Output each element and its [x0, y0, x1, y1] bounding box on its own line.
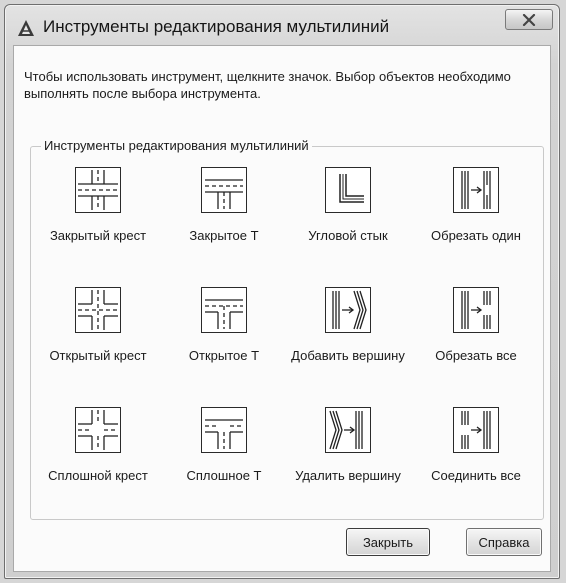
tool-cut-single[interactable]: Обрезать один: [417, 167, 535, 285]
open-cross-icon[interactable]: [75, 287, 121, 333]
close-window-button[interactable]: [505, 9, 553, 30]
tool-corner-joint[interactable]: Угловой стык: [289, 167, 407, 285]
tool-label: Добавить вершину: [291, 348, 405, 363]
merged-cross-icon[interactable]: [75, 407, 121, 453]
cut-single-icon[interactable]: [453, 167, 499, 213]
window-title: Инструменты редактирования мультилиний: [43, 17, 390, 36]
tool-label: Открытое Т: [188, 348, 260, 363]
help-button[interactable]: Справка: [466, 528, 542, 556]
tool-label: Удалить вершину: [295, 468, 401, 483]
tool-open-cross[interactable]: Открытый крест: [39, 287, 157, 405]
close-x-icon: [522, 13, 536, 26]
tool-label: Обрезать один: [431, 228, 521, 243]
tool-closed-tee[interactable]: Закрытое Т: [165, 167, 283, 285]
add-vertex-icon[interactable]: [325, 287, 371, 333]
title-bar[interactable]: Инструменты редактирования мультилиний: [5, 5, 559, 47]
weld-all-icon[interactable]: [453, 407, 499, 453]
tool-label: Сплошное Т: [186, 468, 262, 483]
closed-cross-icon[interactable]: [75, 167, 121, 213]
close-button[interactable]: Закрыть: [346, 528, 430, 556]
tool-label: Соединить все: [431, 468, 521, 483]
dialog-window: Инструменты редактирования мультилиний Ч…: [4, 4, 560, 579]
open-tee-icon[interactable]: [201, 287, 247, 333]
tool-label: Угловой стык: [308, 228, 388, 243]
tool-merged-tee[interactable]: Сплошное Т: [165, 407, 283, 525]
tools-groupbox: Инструменты редактирования мультилиний З…: [30, 138, 544, 520]
instruction-text: Чтобы использовать инструмент, щелкните …: [24, 69, 511, 101]
dialog-content: Чтобы использовать инструмент, щелкните …: [13, 45, 551, 572]
cut-all-icon[interactable]: [453, 287, 499, 333]
autocad-logo-icon: [18, 20, 34, 36]
tool-closed-cross[interactable]: Закрытый крест: [39, 167, 157, 285]
tool-weld-all[interactable]: Соединить все: [417, 407, 535, 525]
tool-delete-vertex[interactable]: Удалить вершину: [289, 407, 407, 525]
tool-label: Сплошной крест: [48, 468, 148, 483]
group-title: Инструменты редактирования мультилиний: [41, 138, 312, 153]
tool-label: Обрезать все: [435, 348, 517, 363]
tool-open-tee[interactable]: Открытое Т: [165, 287, 283, 405]
tool-add-vertex[interactable]: Добавить вершину: [289, 287, 407, 405]
closed-tee-icon[interactable]: [201, 167, 247, 213]
merged-tee-icon[interactable]: [201, 407, 247, 453]
corner-joint-icon[interactable]: [325, 167, 371, 213]
tool-label: Закрытый крест: [49, 228, 147, 243]
tool-label: Открытый крест: [49, 348, 147, 363]
tool-cut-all[interactable]: Обрезать все: [417, 287, 535, 405]
tool-label: Закрытое Т: [189, 228, 259, 243]
tool-merged-cross[interactable]: Сплошной крест: [39, 407, 157, 525]
delete-vertex-icon[interactable]: [325, 407, 371, 453]
